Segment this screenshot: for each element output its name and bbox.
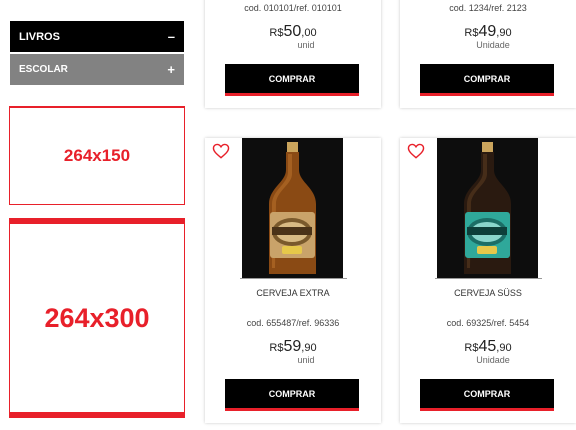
buy-button[interactable]: COMPRAR (420, 64, 554, 96)
product-image[interactable] (242, 138, 343, 279)
price-integer: 45 (478, 338, 497, 355)
product-image[interactable] (437, 138, 538, 279)
product-card: cod. 1234/ref. 2123 R$49,90 Unidade COMP… (400, 0, 576, 108)
price-currency: R$ (464, 342, 479, 354)
product-code: cod. 1234/ref. 2123 (449, 3, 527, 13)
page: LIVROS – ESCOLAR + 264x150 264x300 cod. … (0, 0, 576, 430)
image-divider (435, 278, 542, 279)
category-label: LIVROS (19, 30, 60, 43)
beer-bottle-image (437, 138, 538, 279)
buy-button[interactable]: COMPRAR (225, 379, 359, 411)
product-unit: Unidade (476, 355, 510, 365)
product-unit: unid (297, 40, 315, 50)
banner-small[interactable]: 264x150 (9, 106, 185, 205)
banner-large[interactable]: 264x300 (9, 218, 185, 418)
product-card: cod. 010101/ref. 010101 R$50,00 unid COM… (205, 0, 381, 108)
collapse-icon[interactable]: – (168, 29, 175, 44)
category-escolar[interactable]: ESCOLAR + (10, 54, 184, 85)
product-card: CERVEJA SÜSS cod. 69325/ref. 5454 R$45,9… (400, 138, 576, 423)
price-decimal: ,90 (301, 342, 317, 354)
category-label: ESCOLAR (19, 64, 68, 75)
product-code: cod. 655487/ref. 96336 (246, 318, 340, 328)
product-price: R$59,90 (205, 339, 381, 355)
product-price: R$45,90 (400, 339, 576, 355)
product-price: R$50,00 (205, 24, 381, 40)
buy-button[interactable]: COMPRAR (225, 64, 359, 96)
price-integer: 49 (478, 23, 497, 40)
price-currency: R$ (269, 342, 284, 354)
heart-outline-icon[interactable] (407, 143, 425, 159)
heart-outline-icon[interactable] (212, 143, 230, 159)
price-integer: 59 (283, 338, 302, 355)
price-integer: 50 (283, 23, 302, 40)
product-code: cod. 69325/ref. 5454 (446, 318, 530, 328)
price-decimal: ,90 (496, 342, 512, 354)
product-unit: Unidade (476, 40, 510, 50)
product-card: CERVEJA EXTRA cod. 655487/ref. 96336 R$5… (205, 138, 381, 423)
category-livros[interactable]: LIVROS – (10, 21, 184, 52)
buy-button[interactable]: COMPRAR (420, 379, 554, 411)
beer-bottle-image (242, 138, 343, 279)
product-unit: unid (297, 355, 315, 365)
banner-size-label: 264x150 (63, 146, 131, 165)
price-decimal: ,90 (496, 27, 512, 39)
image-divider (240, 278, 347, 279)
product-price: R$49,90 (400, 24, 576, 40)
product-code: cod. 010101/ref. 010101 (244, 3, 342, 13)
expand-icon[interactable]: + (167, 62, 175, 77)
banner-size-label: 264x300 (44, 302, 150, 333)
product-name[interactable]: CERVEJA SÜSS (400, 288, 576, 298)
price-currency: R$ (464, 27, 479, 39)
price-currency: R$ (269, 27, 284, 39)
price-decimal: ,00 (301, 27, 317, 39)
product-name[interactable]: CERVEJA EXTRA (205, 288, 381, 298)
